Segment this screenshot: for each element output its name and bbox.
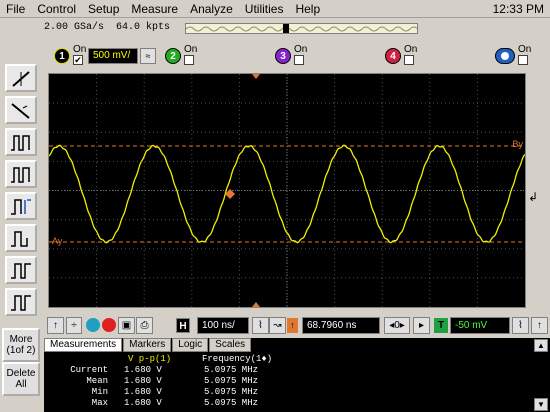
trigger-adjust-icon[interactable]: ⌇	[512, 317, 529, 334]
state-trigger-icon[interactable]	[5, 192, 37, 220]
col-frequency-header: Frequency(1♦)	[202, 354, 273, 364]
channel-1-control: 1 On ✔ 500 mV/ ≈	[54, 44, 156, 66]
channel-1-settings-icon[interactable]: ≈	[140, 48, 156, 64]
channel-3-on-label: On	[294, 44, 308, 55]
waveform-display[interactable]: By Ay	[48, 73, 526, 308]
trigger-toolbar	[0, 62, 44, 327]
channel-2-badge[interactable]: 2	[165, 48, 181, 64]
channel-3-on-checkbox[interactable]	[294, 55, 304, 65]
menu-measure[interactable]: Measure	[125, 2, 184, 16]
run-icon[interactable]	[86, 318, 100, 332]
timebase-adjust-icon[interactable]: ⌇	[252, 317, 269, 334]
trigger-label: T	[434, 318, 448, 333]
sample-rate: 2.00 GSa/s	[44, 22, 105, 33]
marker-by-label: By	[512, 139, 523, 149]
trigger-time-bottom-marker	[252, 302, 260, 307]
col-vpp-header: V p-p(1)	[128, 354, 172, 364]
menu-utilities[interactable]: Utilities	[239, 2, 290, 16]
print-icon[interactable]: ⎙	[136, 317, 153, 334]
timeout-trigger-icon[interactable]	[5, 256, 37, 284]
table-row: Min 1.680 V 5.0975 MHz	[91, 387, 259, 397]
math-function-control: On	[495, 44, 532, 66]
math-on-label: On	[518, 44, 532, 55]
channel-3-badge[interactable]: 3	[275, 48, 291, 64]
channel-2-on-checkbox[interactable]	[184, 55, 194, 65]
pulse-width-trigger-icon[interactable]	[5, 128, 37, 156]
menu-file[interactable]: File	[0, 2, 31, 16]
delay-step-icon[interactable]: ◂0▸	[384, 317, 410, 334]
scroll-up-icon[interactable]: ↑	[47, 317, 64, 334]
channel-1-badge[interactable]: 1	[54, 48, 70, 64]
channel-2-on-label: On	[184, 44, 198, 55]
channel-4-control: 4 On	[385, 44, 418, 66]
glitch-trigger-icon[interactable]	[5, 96, 37, 124]
menu-control[interactable]: Control	[31, 2, 82, 16]
horizontal-label: H	[176, 318, 190, 333]
channel-1-on-checkbox[interactable]: ✔	[73, 55, 83, 65]
graticule	[48, 74, 526, 307]
autoscale-icon[interactable]: ÷	[66, 317, 82, 334]
trigger-level-field[interactable]: -50 mV	[450, 317, 510, 334]
bottom-tabs: Measurements Markers Logic Scales	[44, 338, 252, 352]
channel-1-scale[interactable]: 500 mV/	[88, 48, 138, 64]
tab-markers[interactable]: Markers	[123, 338, 172, 352]
setup-hold-trigger-icon[interactable]	[5, 288, 37, 316]
channel-2-control: 2 On	[165, 44, 198, 66]
table-row: Max 1.680 V 5.0975 MHz	[91, 398, 259, 408]
acquisition-info: 2.00 GSa/s 64.0 kpts	[44, 22, 170, 33]
delay-field[interactable]: 68.7960 ns	[302, 317, 380, 334]
channel-1-on-label: On	[73, 44, 87, 55]
marker-ay-label: Ay	[52, 236, 63, 246]
horizontal-controls: ↑ ÷ ▣ ⎙ H 100 ns/ ⌇ ↝ ↑ 68.7960 ns ◂0▸ ▸…	[44, 315, 550, 337]
math-on-checkbox[interactable]	[518, 55, 528, 65]
math-function-icon[interactable]	[495, 48, 515, 64]
waveform-overview-bar[interactable]	[185, 23, 418, 34]
pattern-trigger-icon[interactable]	[5, 160, 37, 188]
single-icon[interactable]: ▣	[118, 317, 135, 334]
channel-3-control: 3 On	[275, 44, 308, 66]
clock: 12:33 PM	[492, 1, 544, 16]
trigger-time-top-marker	[252, 74, 260, 79]
edge-trigger-icon[interactable]	[5, 64, 37, 92]
menu-analyze[interactable]: Analyze	[184, 2, 239, 16]
measurement-table: V p-p(1) Frequency(1♦) Current 1.680 V 5…	[44, 352, 550, 412]
overview-wave-icon	[186, 24, 417, 33]
delete-all-button[interactable]: Delete All	[2, 362, 40, 396]
scroll-up-right-icon[interactable]: ↑	[531, 317, 548, 334]
channel-4-badge[interactable]: 4	[385, 48, 401, 64]
memory-depth: 64.0 kpts	[116, 22, 171, 33]
more-button[interactable]: More (1of 2)	[2, 328, 40, 362]
stop-icon[interactable]	[102, 318, 116, 332]
timebase-field[interactable]: 100 ns/	[197, 317, 249, 334]
zoom-icon[interactable]: ▸	[413, 317, 430, 334]
tab-logic[interactable]: Logic	[172, 338, 209, 352]
panel-scroll-up-icon[interactable]: ▲	[534, 339, 548, 352]
channel-4-on-checkbox[interactable]	[404, 55, 414, 65]
runt-trigger-icon[interactable]	[5, 224, 37, 252]
channel-4-on-label: On	[404, 44, 418, 55]
menu-bar: File Control Setup Measure Analyze Utili…	[0, 0, 550, 18]
table-row: Current 1.680 V 5.0975 MHz	[70, 365, 259, 375]
menu-help[interactable]: Help	[289, 2, 326, 16]
menu-setup[interactable]: Setup	[82, 2, 125, 16]
table-row: Mean 1.680 V 5.0975 MHz	[86, 376, 259, 386]
trigger-level-arrow-icon: ↲	[528, 190, 539, 204]
tab-scales[interactable]: Scales	[209, 338, 252, 352]
delay-reference-icon[interactable]: ↝	[269, 317, 286, 334]
tab-measurements[interactable]: Measurements	[44, 338, 123, 352]
delay-marker-icon[interactable]: ↑	[287, 318, 298, 333]
